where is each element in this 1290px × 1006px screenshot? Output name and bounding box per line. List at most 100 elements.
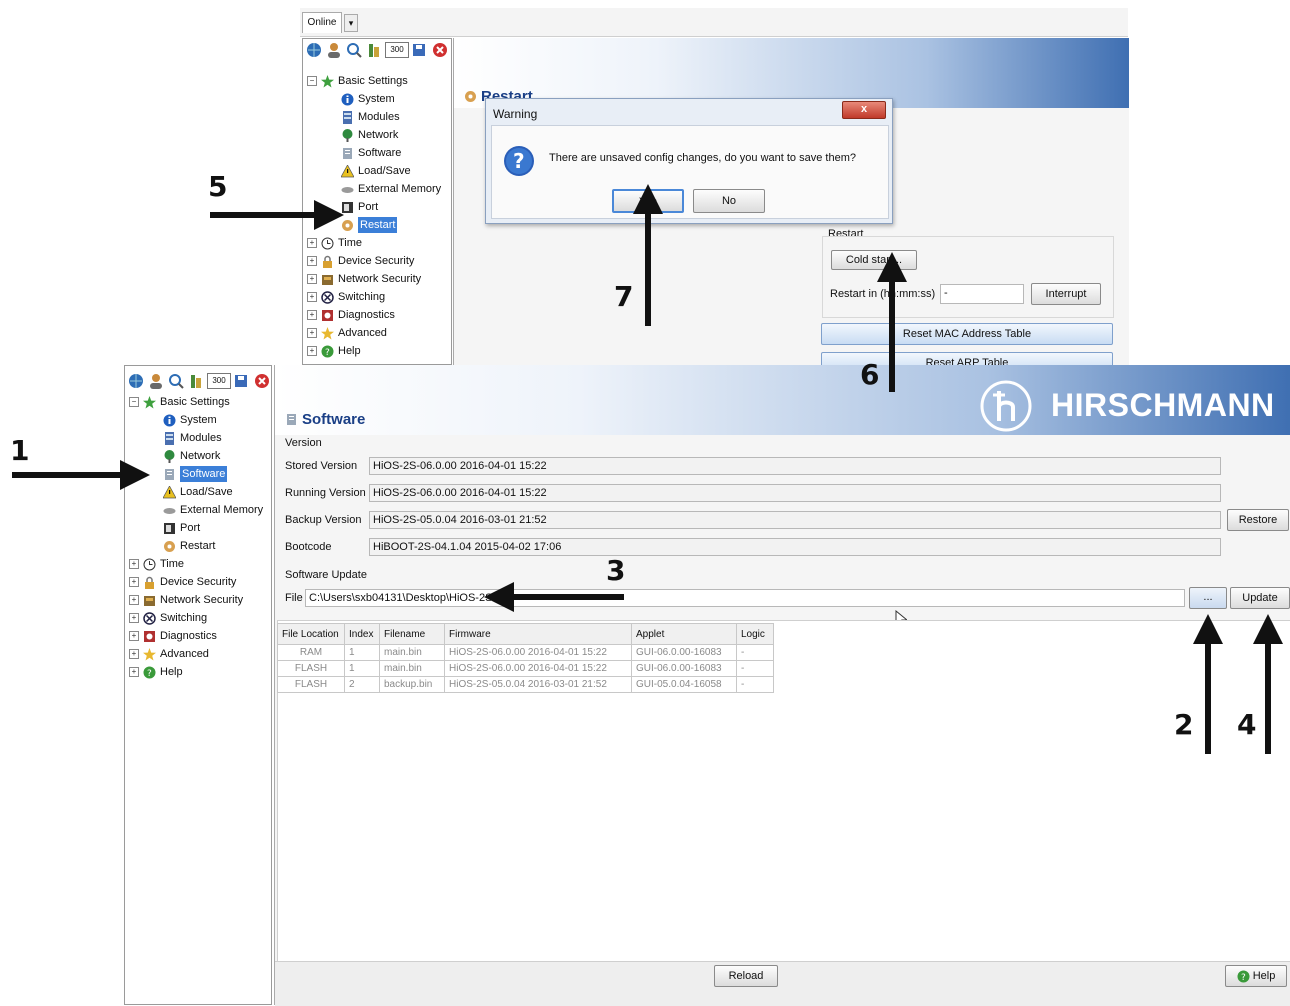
expand-icon[interactable]: +: [129, 613, 139, 623]
expand-icon[interactable]: +: [129, 667, 139, 677]
dialog-close-button[interactable]: x: [842, 101, 886, 119]
expand-icon[interactable]: +: [129, 577, 139, 587]
tree-node-load-save[interactable]: Load/Save: [162, 484, 233, 500]
column-header[interactable]: Filename: [379, 623, 445, 645]
annotation-arrow-2: [1205, 640, 1211, 754]
tree-label: Load/Save: [358, 165, 411, 177]
tree-node-restart[interactable]: Restart: [341, 217, 398, 233]
expand-icon[interactable]: +: [129, 559, 139, 569]
refresh-interval-field[interactable]: 300: [385, 42, 409, 58]
tree-node-modules[interactable]: Modules: [163, 430, 222, 446]
tree-node-switching[interactable]: + Switching: [129, 610, 207, 626]
tree-node-help[interactable]: +? Help: [129, 664, 183, 680]
expand-icon[interactable]: +: [129, 649, 139, 659]
column-header[interactable]: Index: [344, 623, 380, 645]
refresh-interval-field[interactable]: 300: [207, 373, 231, 389]
tree-label: Network: [358, 129, 399, 141]
tree-node-software[interactable]: Software: [341, 145, 401, 161]
svg-text:?: ?: [325, 348, 330, 358]
save-icon[interactable]: [233, 372, 251, 390]
expand-icon[interactable]: +: [307, 292, 317, 302]
expand-icon[interactable]: +: [307, 274, 317, 284]
table-cell: 1: [344, 644, 380, 661]
expand-icon[interactable]: +: [129, 631, 139, 641]
browse-button[interactable]: ...: [1189, 587, 1227, 609]
tree-node-network-security[interactable]: + Network Security: [129, 592, 243, 608]
column-header[interactable]: Applet: [631, 623, 737, 645]
tree-node-port[interactable]: Port: [163, 520, 200, 536]
tree-node-external-memory[interactable]: External Memory: [341, 181, 441, 197]
svg-text:?: ?: [1241, 973, 1246, 983]
table-row[interactable]: RAM 1 main.bin HiOS-2S-06.0.00 2016-04-0…: [277, 644, 774, 661]
tree-node-network[interactable]: Network: [341, 127, 398, 143]
tree-node-load-save[interactable]: Load/Save: [340, 163, 411, 179]
expand-icon[interactable]: +: [307, 256, 317, 266]
tree-node-system[interactable]: System: [341, 91, 395, 107]
annotation-number-2: 2: [1174, 708, 1194, 741]
tree-node-advanced[interactable]: + Advanced: [307, 325, 387, 341]
column-header[interactable]: Firmware: [444, 623, 632, 645]
tools-icon[interactable]: [187, 372, 205, 390]
star-icon: [321, 74, 334, 88]
table-row[interactable]: FLASH 1 main.bin HiOS-2S-06.0.00 2016-04…: [277, 660, 774, 677]
column-header[interactable]: File Location: [277, 623, 345, 645]
help-button[interactable]: ? Help: [1225, 965, 1287, 987]
tree-node-advanced[interactable]: + Advanced: [129, 646, 209, 662]
reset-mac-button[interactable]: Reset MAC Address Table: [821, 323, 1113, 345]
tree-node-external-memory[interactable]: External Memory: [163, 502, 263, 518]
restore-button[interactable]: Restore: [1227, 509, 1289, 531]
expand-icon[interactable]: +: [307, 328, 317, 338]
close-icon[interactable]: [431, 41, 449, 59]
tree-node-diagnostics[interactable]: + Diagnostics: [307, 307, 395, 323]
tree-node-network[interactable]: Network: [163, 448, 220, 464]
tree-node-time[interactable]: + Time: [307, 235, 362, 251]
search-icon[interactable]: [345, 41, 363, 59]
file-path-input[interactable]: C:\Users\sxb04131\Desktop\HiOS-2S: [305, 589, 1185, 607]
tree-node-device-security[interactable]: + Device Security: [129, 574, 236, 590]
backup-version-field: HiOS-2S-05.0.04 2016-03-01 21:52: [369, 511, 1221, 529]
tree-node-device-security[interactable]: + Device Security: [307, 253, 414, 269]
column-header[interactable]: Logic: [736, 623, 774, 645]
tree-node-help[interactable]: +? Help: [307, 343, 361, 359]
tree-node-time[interactable]: + Time: [129, 556, 184, 572]
tab-strip: [300, 8, 1128, 37]
expand-icon[interactable]: +: [129, 595, 139, 605]
search-icon[interactable]: [167, 372, 185, 390]
table-cell: GUI-06.0.00-16083: [631, 660, 737, 677]
tree-node-software[interactable]: Software: [163, 466, 228, 482]
interrupt-button[interactable]: Interrupt: [1031, 283, 1101, 305]
restart-in-field[interactable]: -: [940, 284, 1024, 304]
tree-node-basic-settings[interactable]: − Basic Settings: [129, 394, 230, 410]
save-icon[interactable]: [411, 41, 429, 59]
user-icon[interactable]: [147, 372, 165, 390]
table-header-row: File Location Index Filename Firmware Ap…: [277, 623, 774, 645]
tree-node-restart[interactable]: Restart: [163, 538, 215, 554]
tab-dropdown[interactable]: ▾: [344, 14, 358, 32]
user-icon[interactable]: [325, 41, 343, 59]
annotation-number-5: 5: [208, 170, 228, 203]
collapse-icon[interactable]: −: [129, 397, 139, 407]
tree-node-diagnostics[interactable]: + Diagnostics: [129, 628, 217, 644]
update-button[interactable]: Update: [1230, 587, 1290, 609]
table-row[interactable]: FLASH 2 backup.bin HiOS-2S-05.0.04 2016-…: [277, 676, 774, 693]
tree-node-network-security[interactable]: + Network Security: [307, 271, 421, 287]
expand-icon[interactable]: +: [307, 310, 317, 320]
expand-icon[interactable]: +: [307, 346, 317, 356]
tools-icon[interactable]: [365, 41, 383, 59]
top-toolbar: 300: [305, 41, 449, 59]
tree-node-basic-settings[interactable]: − Basic Settings: [307, 73, 408, 89]
expand-icon[interactable]: +: [307, 238, 317, 248]
close-icon[interactable]: [253, 372, 271, 390]
dialog-no-button[interactable]: No: [693, 189, 765, 213]
tree-node-system[interactable]: System: [163, 412, 217, 428]
reload-button[interactable]: Reload: [714, 965, 778, 987]
collapse-icon[interactable]: −: [307, 76, 317, 86]
tree-node-port[interactable]: Port: [341, 199, 378, 215]
running-version-label: Running Version: [285, 487, 366, 499]
tree-node-switching[interactable]: + Switching: [307, 289, 385, 305]
globe-icon[interactable]: [127, 372, 145, 390]
tree-node-modules[interactable]: Modules: [341, 109, 400, 125]
globe-icon[interactable]: [305, 41, 323, 59]
bootcode-field: HiBOOT-2S-04.1.04 2015-04-02 17:06: [369, 538, 1221, 556]
tab-online[interactable]: Online: [302, 12, 342, 33]
